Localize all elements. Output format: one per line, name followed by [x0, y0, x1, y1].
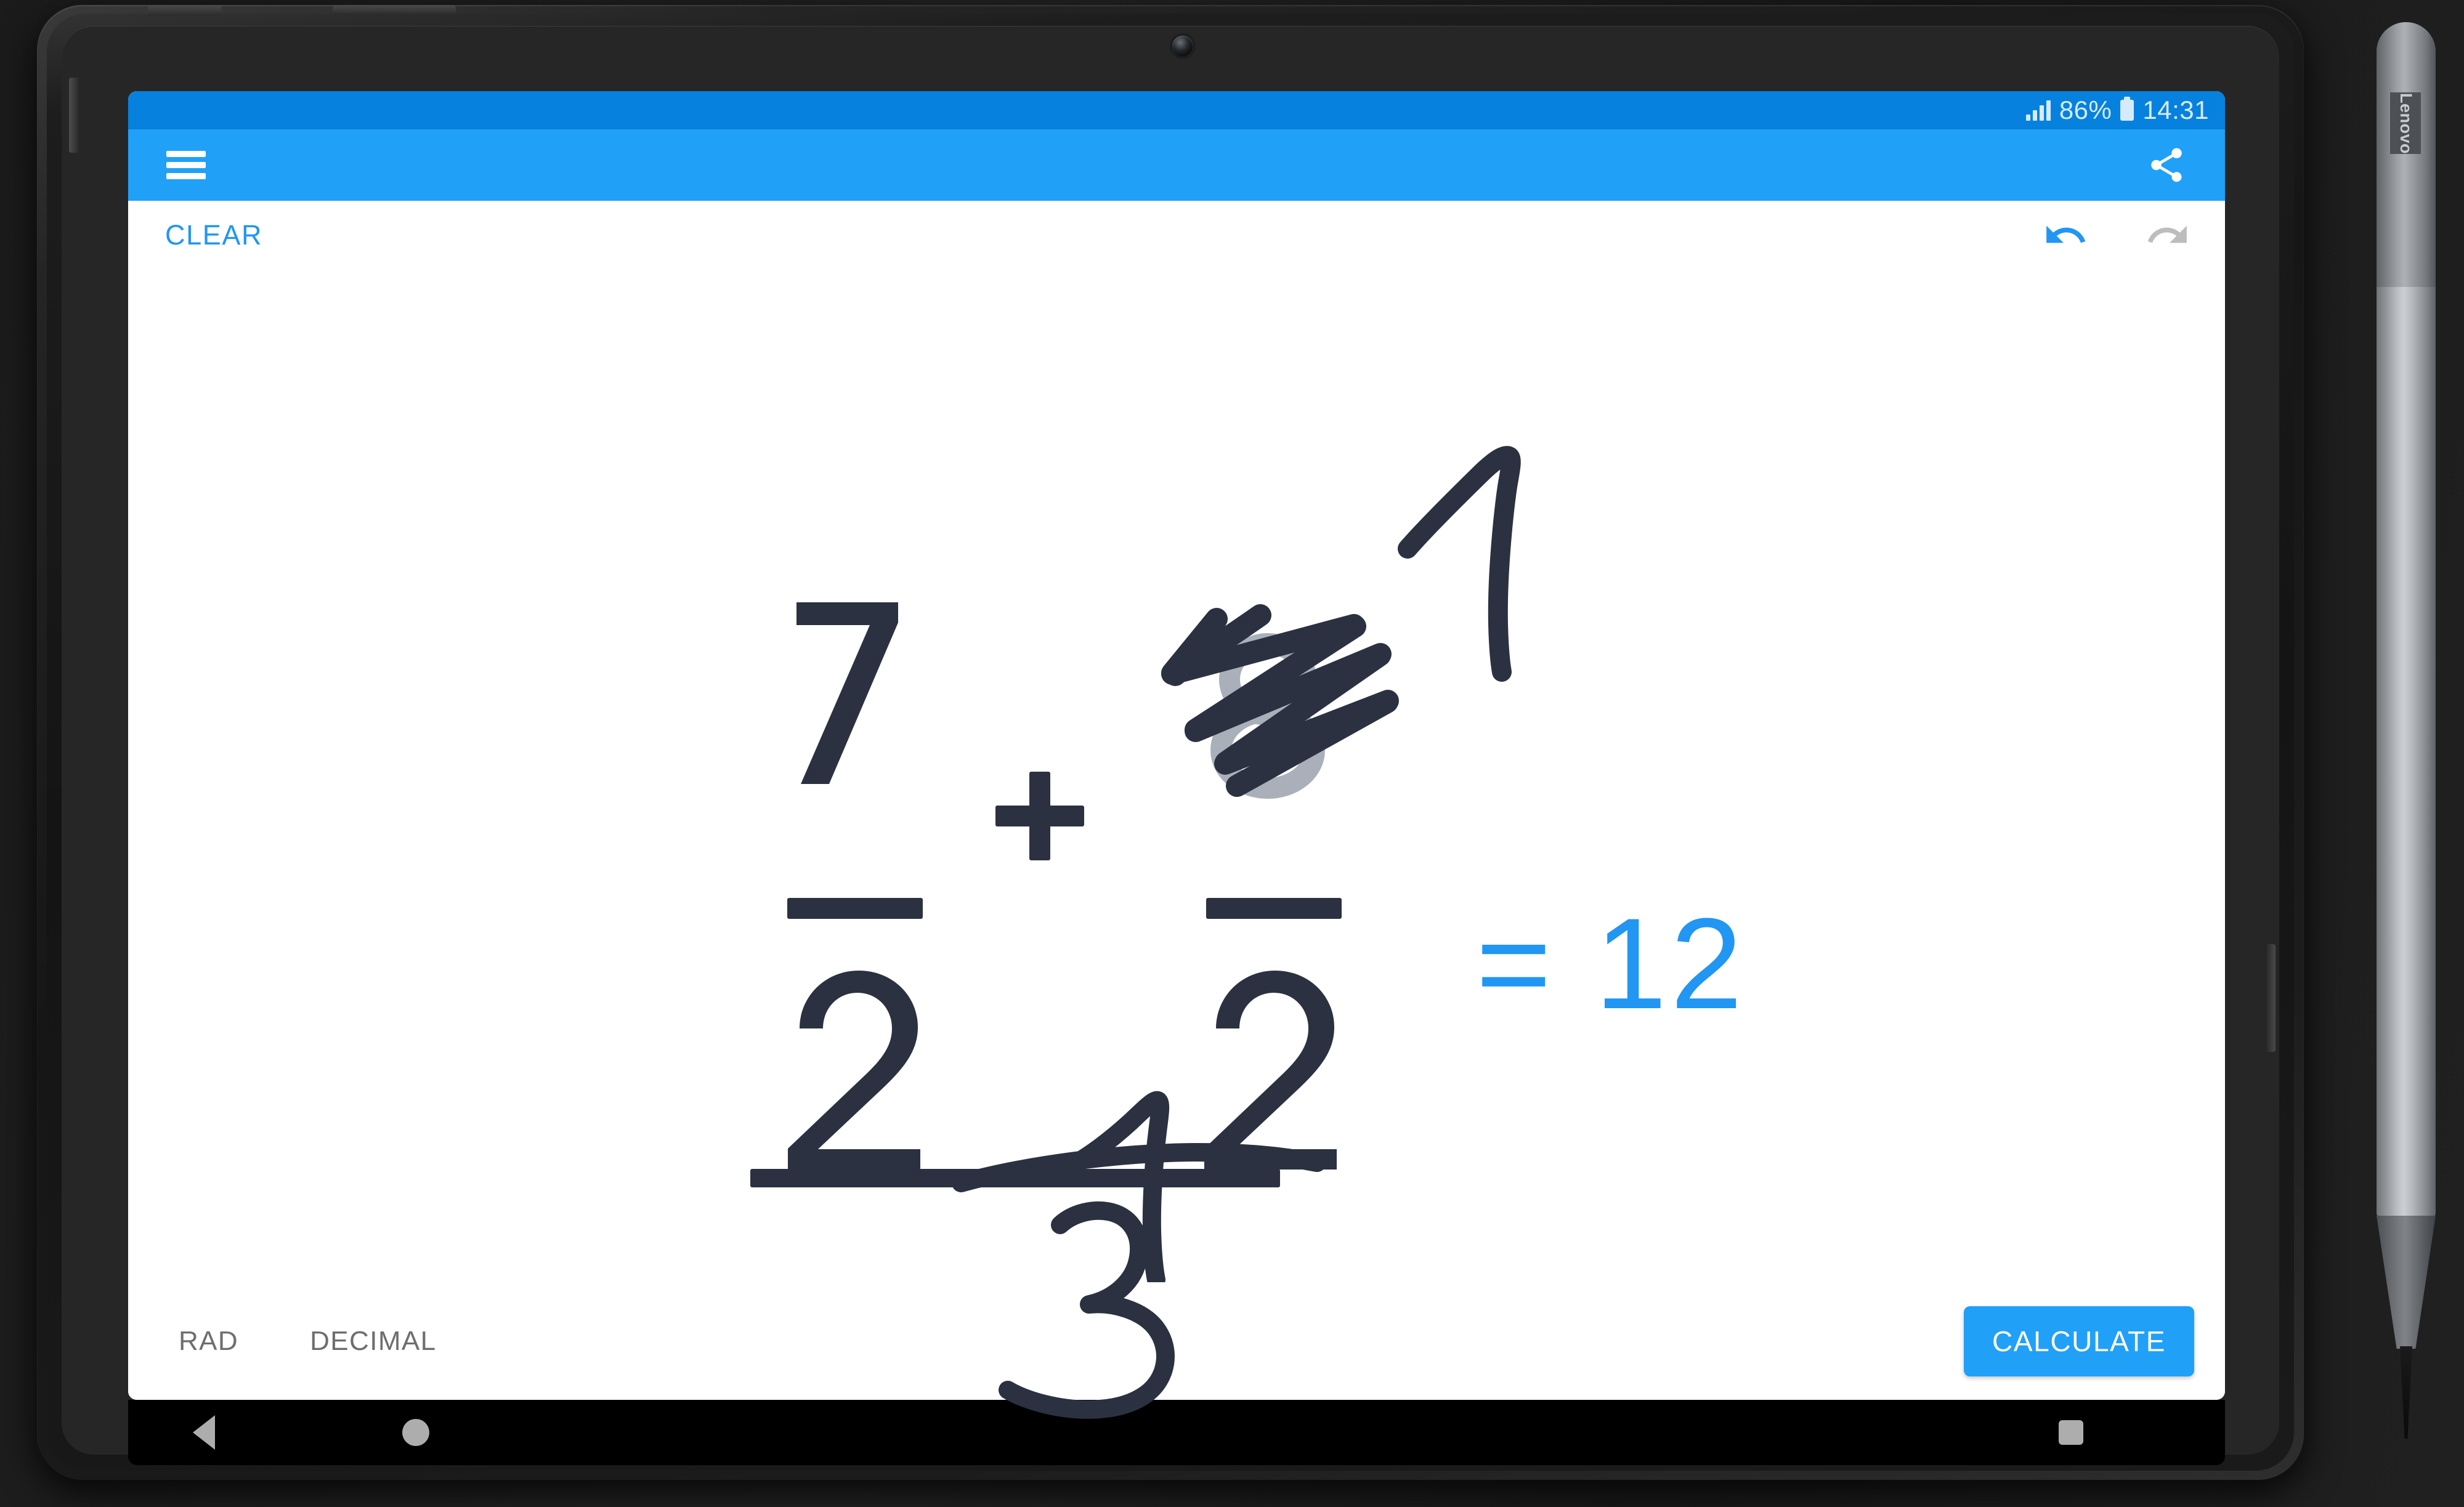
share-icon[interactable]	[2146, 145, 2187, 185]
handwritten-one-lower	[1061, 1091, 1170, 1282]
app-bar	[128, 129, 2225, 201]
volume-button[interactable]	[333, 5, 456, 15]
screenshot-stage: 86% 14:31 CLEAR = 12 RAD DECIMAL CALCULA…	[0, 0, 2464, 1507]
clear-button[interactable]: CLEAR	[165, 219, 262, 251]
hamburger-menu-icon[interactable]	[166, 151, 206, 179]
battery-percent-label: 86%	[2059, 95, 2112, 124]
status-bar: 86% 14:31	[128, 91, 2225, 129]
undo-redo-group	[2043, 212, 2190, 258]
back-triangle-icon[interactable]	[193, 1415, 215, 1450]
tablet-screen: 86% 14:31 CLEAR = 12 RAD DECIMAL CALCULA…	[128, 91, 2225, 1400]
front-camera-icon	[1172, 36, 1193, 57]
result-value: = 12	[1476, 891, 1746, 1036]
stylus-pen[interactable]: Lenovo	[2363, 17, 2455, 1465]
stylus-nib	[2400, 1346, 2412, 1439]
home-circle-icon[interactable]	[402, 1419, 429, 1446]
undo-arrow-icon[interactable]	[2043, 212, 2088, 258]
lenovo-logo-text: Lenovo	[2396, 92, 2415, 154]
calculate-button[interactable]: CALCULATE	[1964, 1306, 2194, 1376]
number-format-button[interactable]: DECIMAL	[296, 1315, 450, 1368]
battery-icon	[2120, 97, 2134, 121]
handwritten-lower-fraction	[1061, 1091, 1170, 1282]
signal-bars-icon	[2025, 100, 2051, 121]
stylus-cone	[2377, 1216, 2436, 1349]
recents-square-icon[interactable]	[2059, 1420, 2083, 1445]
side-button[interactable]	[69, 78, 79, 153]
side-port	[2267, 944, 2276, 1052]
bottom-action-bar: RAD DECIMAL CALCULATE	[128, 1282, 2225, 1400]
clock-label: 14:31	[2142, 95, 2209, 124]
redo-arrow-icon[interactable]	[2145, 212, 2190, 258]
power-button[interactable]	[148, 5, 222, 16]
android-navigation-bar	[128, 1400, 2225, 1465]
handwriting-canvas[interactable]: = 12	[128, 270, 2225, 1282]
angle-mode-button[interactable]: RAD	[165, 1315, 252, 1368]
stylus-top-cap	[2377, 22, 2436, 287]
tablet-device: 86% 14:31 CLEAR = 12 RAD DECIMAL CALCULA…	[37, 5, 2304, 1480]
lenovo-logo: Lenovo	[2390, 92, 2421, 154]
editor-tool-row: CLEAR	[128, 201, 2225, 270]
